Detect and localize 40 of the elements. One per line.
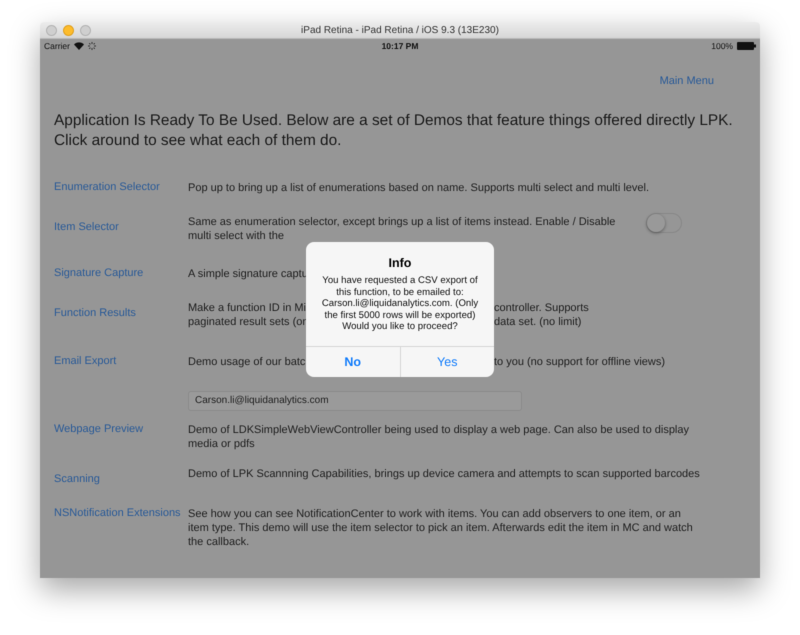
demo-description: Demo usage of our batc bbox=[188, 355, 306, 369]
alert-button[interactable]: No bbox=[306, 347, 400, 377]
demo-link[interactable]: NSNotification Extensions bbox=[54, 507, 188, 549]
demo-description: media or pdfs bbox=[188, 438, 255, 450]
clock-time: 10:17 PM bbox=[382, 41, 418, 51]
demo-description: the callback. bbox=[188, 536, 250, 548]
battery-percent: 100% bbox=[711, 41, 733, 51]
carrier-label: Carrier bbox=[44, 41, 70, 51]
demo-description: multi select with the bbox=[188, 230, 284, 242]
alert-title: Info bbox=[388, 256, 412, 270]
battery-icon bbox=[736, 42, 756, 50]
spinner-icon bbox=[88, 42, 96, 50]
alert-message: You have requested a CSV export of this function, to be emailed to: Carson.li@liquidanalytics.com. (Only the first 5000 rows will be exported) Would you like to proceed? bbox=[320, 275, 480, 333]
window-title: iPad Retina - iPad Retina / iOS 9.3 (13E230) bbox=[301, 24, 499, 36]
demo-description: Demo of LDKSimpleWebViewController being used to display a web page. Can also be used to display bbox=[188, 424, 689, 436]
intro-heading: Application Is Ready To Be Used. Below are a set of Demos that feature things offered directly LPK. Click around to see what each of them do. bbox=[54, 111, 734, 151]
demo-link[interactable]: Enumeration Selector bbox=[54, 181, 188, 195]
main-menu-link[interactable]: Main Menu bbox=[660, 75, 714, 87]
minimize-button[interactable] bbox=[63, 25, 74, 36]
demo-description: Same as enumeration selector, except brings up a list of items instead. Enable / Disable bbox=[188, 216, 616, 228]
demo-link[interactable]: Email Export bbox=[54, 355, 188, 411]
demo-link[interactable]: Scanning bbox=[54, 473, 188, 487]
demo-link[interactable]: Function Results bbox=[54, 307, 188, 335]
demo-description: data set. (no limit) bbox=[494, 315, 582, 329]
demo-description: to you (no support for offline views) bbox=[494, 355, 665, 369]
toggle-switch[interactable] bbox=[646, 213, 682, 233]
demo-link[interactable]: Signature Capture bbox=[54, 267, 188, 281]
demo-link[interactable]: Item Selector bbox=[54, 221, 188, 249]
email-field[interactable]: Carson.li@liquidanalytics.com bbox=[188, 391, 522, 411]
demo-description: See how you can see NotificationCenter to work with items. You can add observers to one item, or an bbox=[188, 508, 681, 520]
demo-description: Pop up to bring up a list of enumerations based on name. Supports multi select and multi level. bbox=[188, 182, 650, 194]
demo-description: controller. Supports bbox=[494, 301, 590, 315]
zoom-button[interactable] bbox=[80, 25, 91, 36]
demo-description: item type. This demo will use the item selector to pick an item. Afterwards edit the item in MC and watch bbox=[188, 522, 693, 534]
wifi-icon bbox=[74, 42, 84, 50]
demo-link[interactable]: Webpage Preview bbox=[54, 423, 188, 451]
demo-description: Make a function ID in Mi bbox=[188, 301, 306, 315]
alert-button[interactable]: Yes bbox=[400, 347, 494, 377]
demo-description: Demo of LPK Scannning Capabilities, brings up device camera and attempts to scan supported barcodes bbox=[188, 468, 700, 480]
close-button[interactable] bbox=[46, 25, 57, 36]
